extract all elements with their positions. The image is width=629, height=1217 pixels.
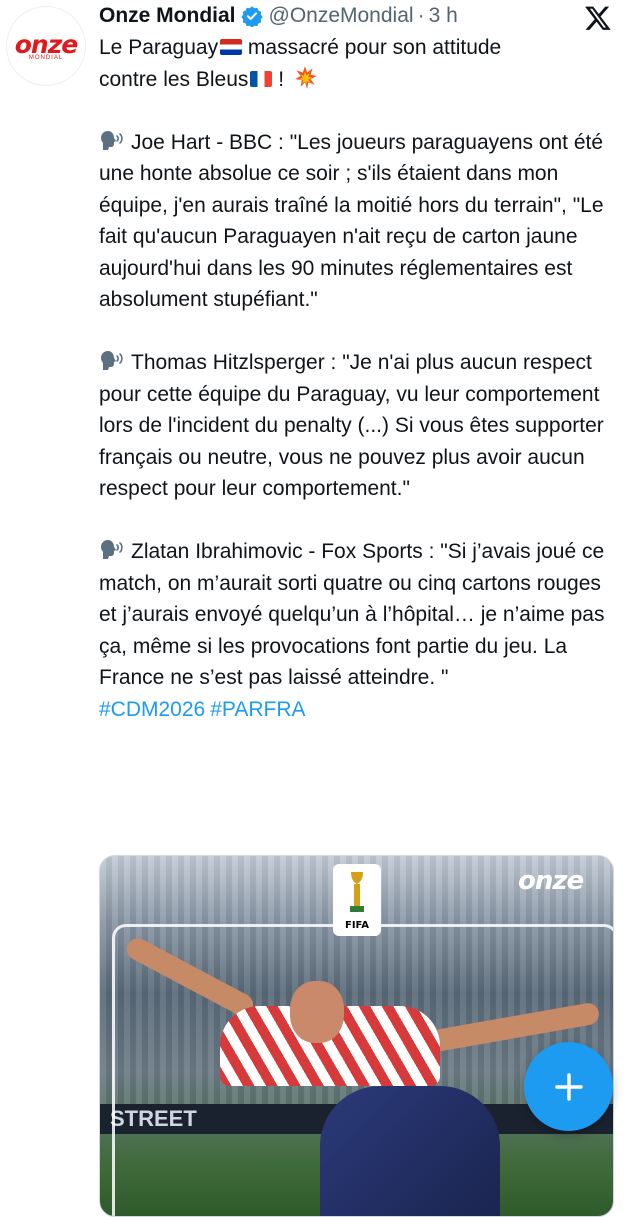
speaking-head-icon [99,129,125,153]
intro-text-d: ! [272,67,285,91]
speaking-head-icon [99,538,125,562]
intro-text-a: Le Paraguay [99,36,219,59]
tweet-text: Le Paraguay massacré pour son attitude c… [99,32,609,725]
separator-dot: · [417,4,425,27]
plus-icon [554,1072,583,1101]
hashtag-parfra[interactable]: #PARFRA [210,698,305,721]
france-flag-icon [250,70,273,87]
quote-joe-hart: Joe Hart - BBC : "Les joueurs paraguayen… [99,127,609,316]
avatar[interactable]: onze MONDIAL [6,6,86,86]
avatar-logo: onze [14,29,78,59]
fifa-label: FIFA [345,920,369,931]
quote-ibrahimovic: Zlatan Ibrahimovic - Fox Sports : "Si j’… [99,536,609,694]
intro-text-c: contre les Bleus [99,67,249,91]
compose-button[interactable] [524,1042,613,1131]
quote-text: Zlatan Ibrahimovic - Fox Sports : "Si j’… [99,540,605,689]
tweet-header: Onze Mondial @OnzeMondial · 3 h [99,2,458,30]
tweet-media-image[interactable]: STREET FIFA onze [99,855,614,1217]
intro-line-1: Le Paraguay massacré pour son attitude [99,32,609,64]
player-head [290,981,344,1043]
quote-text: Thomas Hitzlsperger : "Je n'ai plus aucu… [99,351,604,500]
avatar-logo-sub: MONDIAL [28,54,64,61]
world-cup-badge-icon: FIFA [333,864,381,936]
author-handle[interactable]: @OnzeMondial [269,4,414,28]
intro-line-2: contre les Bleus ! [99,64,609,96]
onze-image-logo: onze [518,866,584,896]
collision-emoji-icon [292,65,318,91]
intro-text-b: massacré pour son attitude [242,36,502,59]
hashtag-cdm2026[interactable]: #CDM2026 [99,698,205,721]
quote-text: Joe Hart - BBC : "Les joueurs paraguayen… [99,130,604,312]
post-time[interactable]: 3 h [429,4,458,28]
speaking-head-icon [99,349,125,373]
author-name[interactable]: Onze Mondial [99,4,236,28]
player-france [320,1086,500,1216]
quote-hitzlsperger: Thomas Hitzlsperger : "Je n'ai plus aucu… [99,347,609,505]
hashtags: #CDM2026 #PARFRA [99,694,609,726]
verified-badge-icon [240,5,263,27]
x-logo-icon[interactable] [584,4,612,32]
paraguay-flag-icon [220,39,243,55]
